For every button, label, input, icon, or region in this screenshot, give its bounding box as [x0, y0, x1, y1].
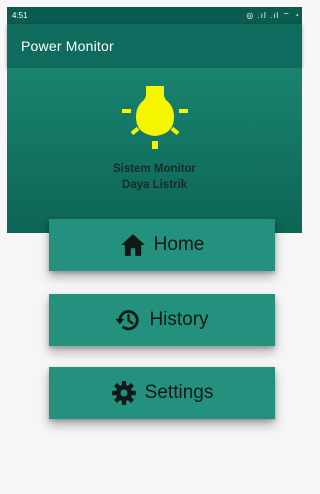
- history-icon: [115, 307, 141, 333]
- app-title: Power Monitor: [21, 38, 114, 54]
- status-icons: ◎ .ıl .ıl ⌔ ◔: [246, 11, 300, 20]
- hero-title-line1: Sistem Monitor: [112, 163, 197, 175]
- hero-banner: Sistem Monitor Daya Listrik: [7, 68, 302, 233]
- app-bar: Power Monitor: [7, 24, 302, 68]
- settings-button-label: Settings: [144, 382, 214, 403]
- history-button-label: History: [149, 309, 209, 330]
- hero-title: Sistem Monitor Daya Listrik: [7, 161, 302, 193]
- home-button[interactable]: Home: [49, 219, 275, 271]
- settings-button[interactable]: Settings: [49, 367, 275, 419]
- home-button-label: Home: [153, 234, 205, 255]
- status-time: 4:51: [12, 11, 28, 20]
- app-screen: 4:51 ◎ .ıl .ıl ⌔ ◔ Power Monitor Sistem …: [7, 7, 302, 494]
- main-menu: Home History Settings: [49, 219, 275, 437]
- hero-title-line2: Daya Listrik: [121, 179, 188, 191]
- lightbulb-icon: [120, 86, 190, 151]
- history-button[interactable]: History: [49, 294, 275, 346]
- gear-icon: [111, 380, 137, 406]
- status-bar: 4:51 ◎ .ıl .ıl ⌔ ◔: [7, 7, 302, 24]
- home-icon: [120, 232, 146, 258]
